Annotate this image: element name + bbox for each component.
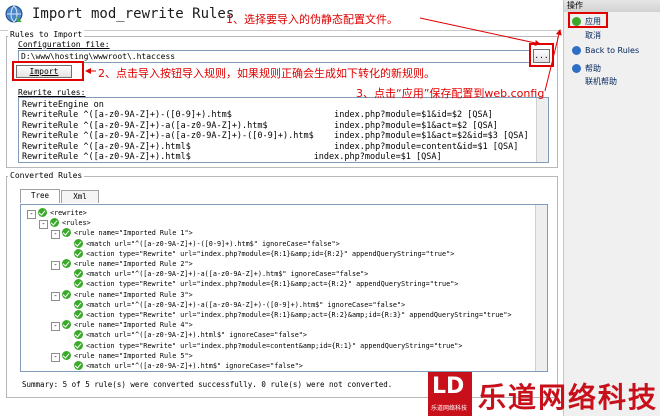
tree-node[interactable]: <match url="^([a-z0-9A-Z]+)-a([a-z0-9A-Z…	[63, 269, 368, 279]
tree-node-text: <match url="^([a-z0-9A-Z]+)-([0-9]+).htm…	[86, 239, 340, 248]
tree-node-text: <action type="Rewrite" url="index.php?mo…	[86, 341, 463, 350]
apply-button[interactable]: 应用	[572, 16, 601, 27]
check-icon	[74, 238, 83, 248]
company-logo: LD 乐道网络科技 乐道网络科技	[428, 372, 660, 416]
rewrite-rules-text: RewriteEngine on RewriteRule ^([a-z0-9A-Z…	[19, 98, 548, 163]
collapse-icon[interactable]: -	[51, 261, 60, 270]
rewrite-rule-line: RewriteRule ^([a-z0-9A-Z]+).html$ index.…	[22, 152, 442, 163]
check-icon	[74, 299, 83, 309]
cancel-label: 取消	[585, 31, 601, 40]
cancel-button[interactable]: 取消	[572, 30, 601, 41]
logo-name: 乐道网络科技	[478, 381, 659, 414]
help-label: 帮助	[585, 64, 601, 73]
tree-node-text: <match url="^([a-z0-9A-Z]+).htm$" ignore…	[86, 362, 303, 370]
tree-node-text: <match url="^([a-z0-9A-Z]+)-a([a-z0-9A-Z…	[86, 300, 406, 309]
converted-tree-view[interactable]: - <rewrite> - <rules> - <rule name="Imported …	[20, 204, 548, 372]
cancel-icon	[572, 31, 581, 40]
annotation-3: 3、点击“应用”保存配置到web.config	[356, 87, 545, 100]
collapse-icon[interactable]: -	[51, 322, 60, 332]
tree-node-text: <rule name="Imported Rule 3">	[74, 290, 193, 299]
back-to-rules-link[interactable]: Back to Rules	[572, 46, 639, 55]
tree-node-text: <rule name="Imported Rule 5">	[74, 351, 193, 360]
rewrite-rule-line: RewriteRule ^([a-z0-9A-Z]+)-a([a-z0-9A-Z…	[22, 120, 498, 131]
check-icon	[74, 269, 83, 279]
rewrite-rule-line: RewriteRule ^([a-z0-9A-Z]+)-([0-9]+).htm…	[22, 110, 493, 121]
logo-mark: LD	[432, 374, 465, 399]
globe-arrow-icon	[5, 5, 23, 23]
actions-panel: 操作 应用 取消 Back to Rules 帮助 联机帮助	[563, 0, 660, 416]
annotation-1: 1、选择要导入的伪静态配置文件。	[226, 13, 398, 26]
collapse-icon[interactable]: -	[51, 230, 60, 240]
rewrite-rules-textarea[interactable]: RewriteEngine on RewriteRule ^([a-z0-9A-Z…	[18, 97, 549, 163]
tree-node-text: <rule name="Imported Rule 4">	[74, 321, 193, 330]
help-link[interactable]: 帮助	[572, 63, 601, 74]
tab-tree-view[interactable]: Tree View	[20, 189, 60, 212]
import-highlight	[12, 61, 84, 81]
tree-node[interactable]: <action type="Rewrite" url="index.php?mo…	[63, 340, 463, 351]
tree-node-text: <action type="Rewrite" url="index.php?mo…	[86, 311, 512, 319]
check-icon	[74, 310, 83, 319]
check-icon	[62, 320, 71, 330]
tree-node[interactable]: <match url="^([a-z0-9A-Z]+).html$" ignor…	[63, 330, 307, 340]
check-icon	[74, 279, 83, 289]
tree-node[interactable]: <action type="Rewrite" url="index.php?mo…	[63, 279, 458, 289]
check-icon	[62, 289, 71, 299]
tree-node-text: <match url="^([a-z0-9A-Z]+)-a([a-z0-9A-Z…	[86, 270, 369, 279]
check-icon	[62, 259, 71, 268]
tree-node[interactable]: <match url="^([a-z0-9A-Z]+).htm$" ignore…	[63, 361, 303, 371]
check-icon	[74, 330, 83, 340]
converted-rules-title: Converted Rules	[8, 171, 85, 180]
rewrite-rule-line: RewriteRule ^([a-z0-9A-Z]+).html$ index.…	[22, 141, 519, 152]
check-icon	[50, 218, 59, 228]
tree-node-text: <match url="^([a-z0-9A-Z]+).html$" ignor…	[86, 331, 307, 340]
actions-header: 操作	[564, 0, 660, 12]
tree-node-text: <rules>	[62, 219, 91, 228]
tree-node-text: <rule name="Imported Rule 2">	[74, 260, 193, 268]
online-help-link[interactable]: 联机帮助	[585, 76, 617, 87]
tree-node[interactable]: <action type="Rewrite" url="index.php?mo…	[63, 310, 512, 320]
collapse-icon[interactable]: -	[27, 210, 36, 219]
browse-highlight	[529, 43, 554, 67]
config-file-input[interactable]: D:\www\hosting\wwwroot\.htaccess	[18, 50, 530, 63]
help-icon	[572, 64, 581, 73]
config-file-label: Configuration file:	[18, 40, 110, 49]
rewrite-rule-line: RewriteEngine on	[22, 100, 104, 110]
tree-node-text: <action type="Rewrite" url="index.php?mo…	[86, 249, 455, 258]
apply-label: 应用	[585, 17, 601, 26]
check-icon	[74, 248, 83, 258]
online-help-label: 联机帮助	[585, 77, 617, 86]
check-icon	[62, 228, 71, 238]
page-title: Import mod_rewrite Rules	[32, 6, 235, 22]
rules-scrollbar[interactable]	[536, 98, 548, 162]
back-label: Back to Rules	[585, 46, 640, 55]
annotation-2: 2、点击导入按钮导入规则，如果规则正确会生成如下转化的新规则。	[98, 67, 435, 80]
tree-node[interactable]: <action type="Rewrite" url="index.php?mo…	[63, 248, 455, 259]
tree-node[interactable]: <match url="^([a-z0-9A-Z]+)-a([a-z0-9A-Z…	[63, 299, 406, 310]
rules-to-import-title: Rules to Import	[8, 30, 85, 39]
back-arrow-icon	[572, 46, 581, 55]
collapse-icon[interactable]: -	[39, 220, 48, 230]
collapse-icon[interactable]: -	[51, 291, 60, 301]
rewrite-rules-label: Rewrite rules:	[18, 88, 86, 97]
main-pane: Import mod_rewrite Rules Rules to Import…	[0, 0, 562, 416]
tree-scrollbar[interactable]	[535, 205, 547, 371]
apply-icon	[572, 17, 581, 26]
rewrite-rule-line: RewriteRule ^([a-z0-9A-Z]+)-a([a-z0-9A-Z…	[22, 131, 529, 142]
check-icon	[74, 361, 83, 370]
collapse-icon[interactable]: -	[51, 352, 60, 362]
tree-node-text: <action type="Rewrite" url="index.php?mo…	[86, 280, 459, 289]
logo-sub: 乐道网络科技	[431, 405, 468, 412]
summary-text: Summary: 5 of 5 rule(s) were converted s…	[22, 380, 393, 389]
tree-node-text: <rewrite>	[50, 209, 87, 217]
tree-node-text: <rule name="Imported Rule 1">	[74, 229, 193, 238]
check-icon	[74, 340, 83, 350]
check-icon	[62, 350, 71, 360]
check-icon	[38, 208, 47, 217]
tab-xml-view[interactable]: Xml View	[61, 190, 99, 213]
tree-node[interactable]: <match url="^([a-z0-9A-Z]+)-([0-9]+).htm…	[63, 238, 340, 249]
